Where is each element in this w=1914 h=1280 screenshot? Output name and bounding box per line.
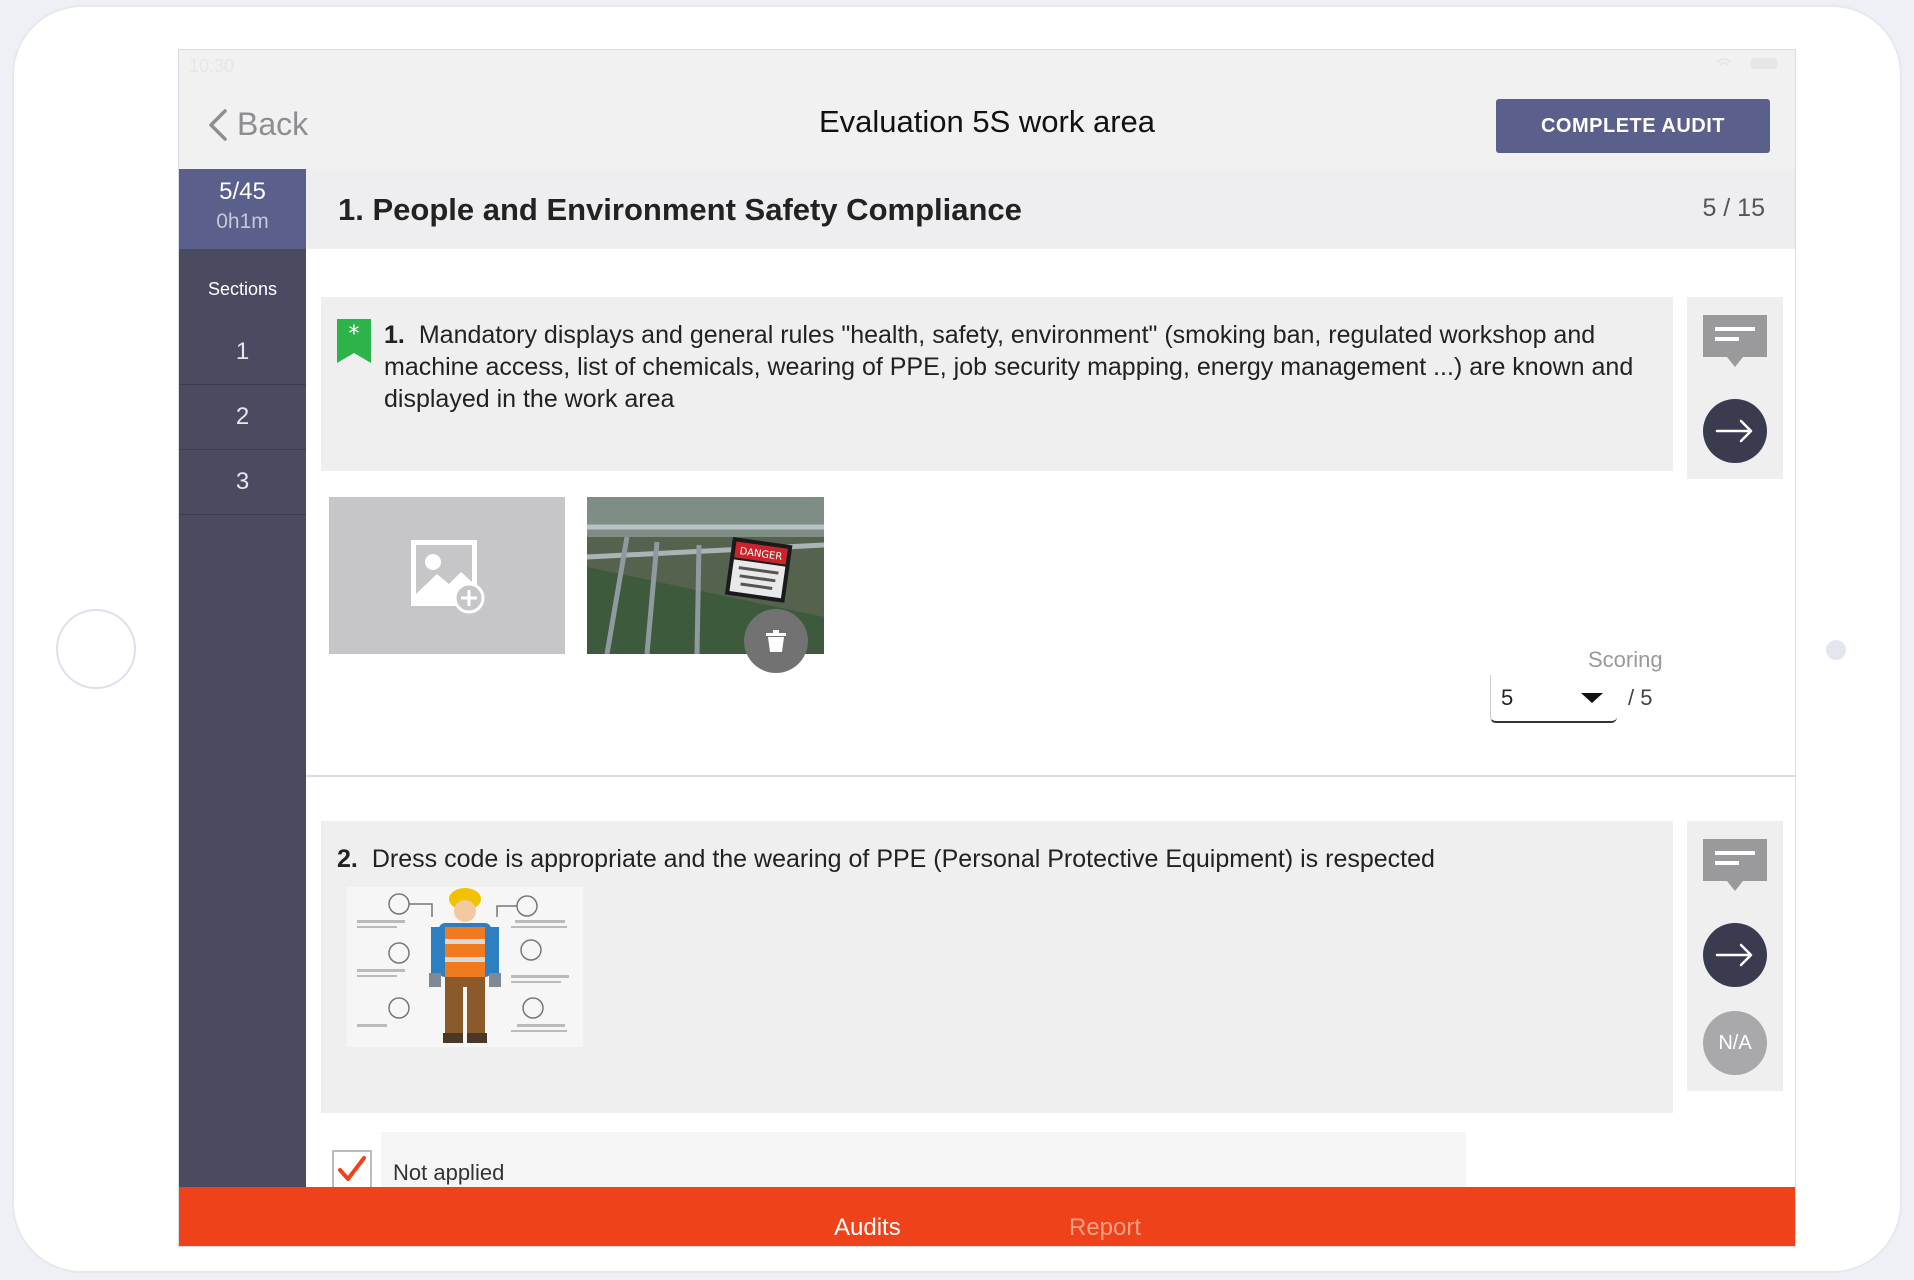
sidebar-section-1[interactable]: 1 [179,320,306,385]
not-applied-label: Not applied [393,1160,505,1185]
sidebar-section-3[interactable]: 3 [179,450,306,515]
not-applied-row: Not applied [321,1132,1466,1192]
scoring-label: Scoring [1588,647,1663,672]
home-button[interactable] [56,609,136,689]
add-photo-button[interactable] [329,497,565,654]
progress-count: 5/45 [219,178,266,205]
question-card-1: * 1. Mandatory displays and general rules… [321,297,1673,471]
status-time: 10:30 [189,56,235,76]
star-flag-icon[interactable]: * [337,319,371,363]
question-divider [306,775,1795,777]
arrow-right-icon [1715,943,1753,967]
battery-icon [1716,58,1777,69]
progress-timer: 0h1m [216,210,269,233]
question-number: 1. [384,321,405,349]
score-value: 5 [1501,685,1514,710]
section-title: 1. People and Environment Safety Complia… [338,192,1022,227]
question-number: 2. [337,845,358,873]
next-question-button[interactable] [1703,399,1767,463]
trash-icon [766,630,786,652]
question-body: Dress code is appropriate and the wearin… [371,845,1435,873]
na-button[interactable]: N/A [1703,1011,1767,1075]
arrow-right-icon [1715,419,1753,443]
question-actions-1 [1687,297,1783,479]
tab-audits[interactable]: Audits [834,1214,901,1242]
ppe-illustration[interactable] [347,887,583,1047]
section-count: 5 / 15 [1702,194,1765,222]
app-screen: 10:30 Back Evaluation 5S work area COMPL… [178,49,1796,1247]
complete-audit-button[interactable]: COMPLETE AUDIT [1496,99,1770,153]
tab-report[interactable]: Report [1069,1214,1141,1242]
main-content: 1. People and Environment Safety Complia… [306,169,1795,1246]
add-image-icon [411,539,485,613]
nav-bar: Back Evaluation 5S work area COMPLETE AU… [179,80,1795,169]
progress-indicator: 5/45 0h1m [179,169,306,249]
svg-text:*: * [349,322,360,347]
tablet-frame: 10:30 Back Evaluation 5S work area COMPL… [12,5,1902,1273]
check-icon [338,1156,366,1181]
delete-photo-button[interactable] [744,609,808,673]
question-text: 1. Mandatory displays and general rules "… [384,319,1654,415]
score-max: / 5 [1628,685,1653,710]
not-applied-checkbox[interactable] [332,1150,372,1190]
status-icons [1715,56,1781,75]
section-header: 1. People and Environment Safety Complia… [306,169,1795,249]
comment-icon[interactable] [1703,315,1767,373]
status-bar: 10:30 [179,50,1795,80]
comment-icon[interactable] [1703,839,1767,897]
score-dropdown[interactable]: 5 [1490,675,1617,723]
ppe-worker-image [347,887,583,1047]
question-text: 2. Dress code is appropriate and the wear… [337,843,1637,875]
sidebar-section-2[interactable]: 2 [179,385,306,450]
bottom-tab-bar: Audits Report [179,1187,1795,1246]
not-applied-panel [381,1132,1466,1192]
next-question-button[interactable] [1703,923,1767,987]
caret-down-icon [1581,693,1603,703]
sidebar: 5/45 0h1m Sections 1 2 3 [179,169,306,1246]
sections-label: Sections [207,279,278,299]
question-actions-2: N/A [1687,821,1783,1091]
question-card-2: 2. Dress code is appropriate and the wear… [321,821,1673,1113]
camera [1826,640,1846,660]
question-body: Mandatory displays and general rules "he… [384,321,1634,413]
